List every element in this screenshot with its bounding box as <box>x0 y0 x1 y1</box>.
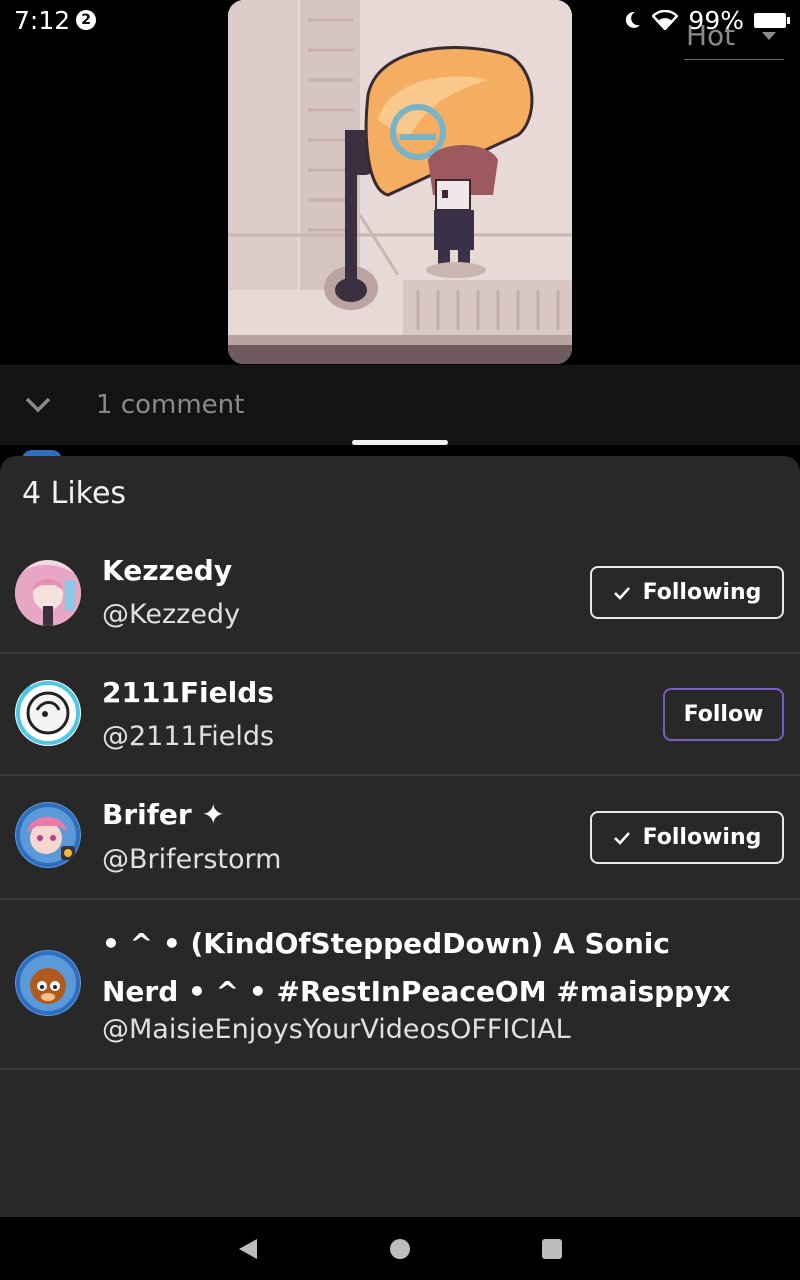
post-image[interactable] <box>228 0 572 364</box>
follow-button[interactable]: Follow <box>663 688 784 741</box>
user-handle: @MaisieEnjoysYourVideosOFFICIAL <box>102 1014 571 1045</box>
user-handle: @Kezzedy <box>102 599 241 630</box>
user-row[interactable]: 2111Fields @2111Fields Follow <box>0 654 800 776</box>
likes-title: 4 Likes <box>22 476 127 511</box>
follow-label: Follow <box>683 702 764 727</box>
following-label: Following <box>642 580 762 605</box>
android-nav-bar <box>0 1217 800 1280</box>
status-bar: 7:12 2 99% <box>0 0 800 40</box>
recents-icon[interactable] <box>541 1238 563 1260</box>
likes-sheet: 4 Likes Kezzedy @Kezzedy Following 2111F… <box>0 456 800 1217</box>
home-icon[interactable] <box>389 1238 411 1260</box>
wifi-icon <box>652 10 679 30</box>
user-row[interactable]: Brifer ✦ @Briferstorm Following <box>0 776 800 900</box>
battery-icon <box>754 12 790 28</box>
user-name[interactable]: 2111Fields <box>102 676 274 709</box>
battery-percent: 99% <box>688 5 744 35</box>
user-name[interactable]: • ^ • (KindOfSteppedDown) A Sonic Nerd •… <box>102 920 742 1016</box>
user-name[interactable]: Brifer ✦ <box>102 798 225 831</box>
avatar[interactable] <box>15 950 81 1016</box>
user-row[interactable]: • ^ • (KindOfSteppedDown) A Sonic Nerd •… <box>0 900 800 1070</box>
check-icon <box>613 586 630 600</box>
comment-bar: 1 comment <box>0 365 800 445</box>
sheet-drag-handle[interactable] <box>352 440 448 445</box>
clock: 7:12 <box>14 5 71 35</box>
chevron-down-icon[interactable] <box>24 396 52 414</box>
back-icon[interactable] <box>237 1237 259 1261</box>
pixel-art-illustration <box>228 0 572 364</box>
user-row[interactable]: Kezzedy @Kezzedy Following <box>0 532 800 654</box>
user-handle: @Briferstorm <box>102 844 282 875</box>
status-right: 99% <box>622 5 790 35</box>
user-handle: @2111Fields <box>102 721 275 752</box>
comment-count[interactable]: 1 comment <box>96 390 244 420</box>
avatar[interactable] <box>15 802 81 868</box>
avatar[interactable] <box>15 560 81 626</box>
check-icon <box>613 831 630 845</box>
user-name[interactable]: Kezzedy <box>102 554 232 587</box>
following-label: Following <box>642 825 762 850</box>
following-button[interactable]: Following <box>590 811 784 864</box>
following-button[interactable]: Following <box>590 566 784 619</box>
moon-icon <box>626 11 641 28</box>
notification-count-badge: 2 <box>76 10 97 30</box>
avatar[interactable] <box>15 680 81 746</box>
status-left: 7:12 2 <box>14 5 97 35</box>
